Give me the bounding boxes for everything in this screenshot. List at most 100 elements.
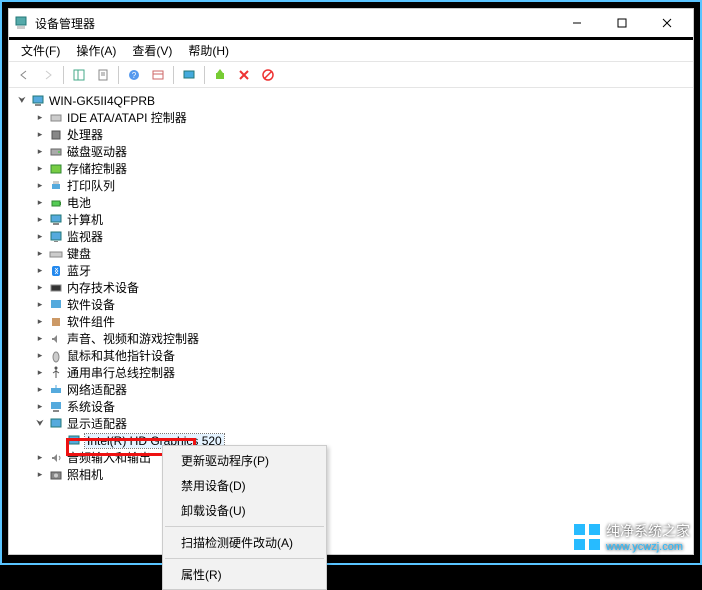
tree-item[interactable]: ▸ 内存技术设备 xyxy=(11,279,691,296)
chevron-right-icon[interactable]: ▸ xyxy=(33,366,47,380)
close-button[interactable] xyxy=(644,9,689,37)
bluetooth-icon xyxy=(48,263,64,279)
menu-view[interactable]: 查看(V) xyxy=(124,40,180,61)
chevron-right-icon[interactable]: ▸ xyxy=(33,213,47,227)
tree-root[interactable]: ⮟ WIN-GK5II4QFPRB xyxy=(11,92,691,109)
tree-item[interactable]: ▸ 通用串行总线控制器 xyxy=(11,364,691,381)
tree-item[interactable]: ▸软件设备 xyxy=(11,296,691,313)
pc-icon xyxy=(48,212,64,228)
tree-item[interactable]: ▸键盘 xyxy=(11,245,691,262)
tree-item-intel-graphics[interactable]: Intel(R) HD Graphics 520 xyxy=(11,432,691,449)
tree-item[interactable]: ▸ 计算机 xyxy=(11,211,691,228)
svg-text:?: ? xyxy=(132,71,137,80)
chevron-right-icon[interactable]: ▸ xyxy=(33,247,47,261)
tree-item[interactable]: ▸ 软件组件 xyxy=(11,313,691,330)
chevron-right-icon[interactable]: ▸ xyxy=(33,400,47,414)
tree-item[interactable]: ▸ 音频输入和输出 xyxy=(11,449,691,466)
node-label: 计算机 xyxy=(67,211,103,228)
ctx-scan-hardware[interactable]: 扫描检测硬件改动(A) xyxy=(163,530,326,555)
chevron-right-icon[interactable]: ▸ xyxy=(33,196,47,210)
memory-icon xyxy=(48,280,64,296)
tree-item[interactable]: ▸系统设备 xyxy=(11,398,691,415)
ctx-properties[interactable]: 属性(R) xyxy=(163,562,326,587)
uninstall-button[interactable] xyxy=(233,64,255,86)
menu-help[interactable]: 帮助(H) xyxy=(180,40,237,61)
chevron-right-icon[interactable]: ▸ xyxy=(33,383,47,397)
update-driver-button[interactable] xyxy=(209,64,231,86)
chevron-right-icon[interactable]: ▸ xyxy=(33,230,47,244)
chevron-right-icon[interactable]: ▸ xyxy=(33,281,47,295)
chevron-down-icon[interactable]: ⮟ xyxy=(15,94,29,108)
node-label: IDE ATA/ATAPI 控制器 xyxy=(67,109,187,126)
chevron-right-icon[interactable]: ▸ xyxy=(33,451,47,465)
node-label: 音频输入和输出 xyxy=(67,449,151,466)
chevron-right-icon[interactable]: ▸ xyxy=(33,128,47,142)
tree-item[interactable]: ▸照相机 xyxy=(11,466,691,483)
view-button[interactable] xyxy=(147,64,169,86)
tree-item[interactable]: ▸ 网络适配器 xyxy=(11,381,691,398)
scan-hardware-button[interactable] xyxy=(178,64,200,86)
tree-item[interactable]: ▸处理器 xyxy=(11,126,691,143)
context-menu: 更新驱动程序(P) 禁用设备(D) 卸载设备(U) 扫描检测硬件改动(A) 属性… xyxy=(162,445,327,590)
app-icon xyxy=(13,15,29,31)
chevron-right-icon[interactable]: ▸ xyxy=(33,315,47,329)
cpu-icon xyxy=(48,127,64,143)
chevron-down-icon[interactable]: ⮟ xyxy=(33,417,47,431)
chevron-right-icon[interactable]: ▸ xyxy=(33,468,47,482)
titlebar: 设备管理器 xyxy=(9,9,693,37)
separator xyxy=(165,558,324,559)
usb-icon xyxy=(48,365,64,381)
chevron-right-icon[interactable]: ▸ xyxy=(33,111,47,125)
help-button[interactable]: ? xyxy=(123,64,145,86)
tree-item[interactable]: ▸ 存储控制器 xyxy=(11,160,691,177)
tree-item[interactable]: ▸ 声音、视频和游戏控制器 xyxy=(11,330,691,347)
tree-item[interactable]: ▸蓝牙 xyxy=(11,262,691,279)
node-label: 鼠标和其他指针设备 xyxy=(67,347,175,364)
toolbar: ? xyxy=(9,62,693,88)
chevron-right-icon[interactable]: ▸ xyxy=(33,179,47,193)
tree-item[interactable]: ▸监视器 xyxy=(11,228,691,245)
chevron-right-icon[interactable]: ▸ xyxy=(33,332,47,346)
tree-item[interactable]: ▸电池 xyxy=(11,194,691,211)
ctx-update-driver[interactable]: 更新驱动程序(P) xyxy=(163,448,326,473)
tree-item[interactable]: ▸ 打印队列 xyxy=(11,177,691,194)
chevron-right-icon[interactable]: ▸ xyxy=(33,264,47,278)
battery-icon xyxy=(48,195,64,211)
menubar: 文件(F) 操作(A) 查看(V) 帮助(H) xyxy=(9,40,693,62)
minimize-button[interactable] xyxy=(554,9,599,37)
chevron-right-icon[interactable]: ▸ xyxy=(33,162,47,176)
node-label: 网络适配器 xyxy=(67,381,127,398)
tree-item-display-adapters[interactable]: ⮟显示适配器 xyxy=(11,415,691,432)
node-label: 打印队列 xyxy=(67,177,115,194)
show-hide-tree-button[interactable] xyxy=(68,64,90,86)
display-device-icon xyxy=(66,433,82,449)
node-label: 声音、视频和游戏控制器 xyxy=(67,330,199,347)
ctx-uninstall-device[interactable]: 卸载设备(U) xyxy=(163,498,326,523)
window-title: 设备管理器 xyxy=(35,15,554,32)
forward-button[interactable] xyxy=(37,64,59,86)
component-icon xyxy=(48,314,64,330)
properties-button[interactable] xyxy=(92,64,114,86)
node-label: 内存技术设备 xyxy=(67,279,139,296)
menu-action[interactable]: 操作(A) xyxy=(68,40,124,61)
node-label: 通用串行总线控制器 xyxy=(67,364,175,381)
tree-item[interactable]: ▸磁盘驱动器 xyxy=(11,143,691,160)
network-icon xyxy=(48,382,64,398)
chevron-right-icon[interactable]: ▸ xyxy=(33,298,47,312)
node-label: 软件组件 xyxy=(67,313,115,330)
tree-item[interactable]: ▸ IDE ATA/ATAPI 控制器 xyxy=(11,109,691,126)
disable-button[interactable] xyxy=(257,64,279,86)
node-label: WIN-GK5II4QFPRB xyxy=(49,94,155,108)
ctx-disable-device[interactable]: 禁用设备(D) xyxy=(163,473,326,498)
maximize-button[interactable] xyxy=(599,9,644,37)
software-icon xyxy=(48,297,64,313)
tree-item[interactable]: ▸ 鼠标和其他指针设备 xyxy=(11,347,691,364)
disk-icon xyxy=(48,144,64,160)
chevron-right-icon[interactable]: ▸ xyxy=(33,349,47,363)
node-label: 存储控制器 xyxy=(67,160,127,177)
back-button[interactable] xyxy=(13,64,35,86)
display-icon xyxy=(48,416,64,432)
device-tree[interactable]: ⮟ WIN-GK5II4QFPRB ▸ IDE ATA/ATAPI 控制器 ▸处理… xyxy=(9,88,693,554)
chevron-right-icon[interactable]: ▸ xyxy=(33,145,47,159)
menu-file[interactable]: 文件(F) xyxy=(13,40,68,61)
